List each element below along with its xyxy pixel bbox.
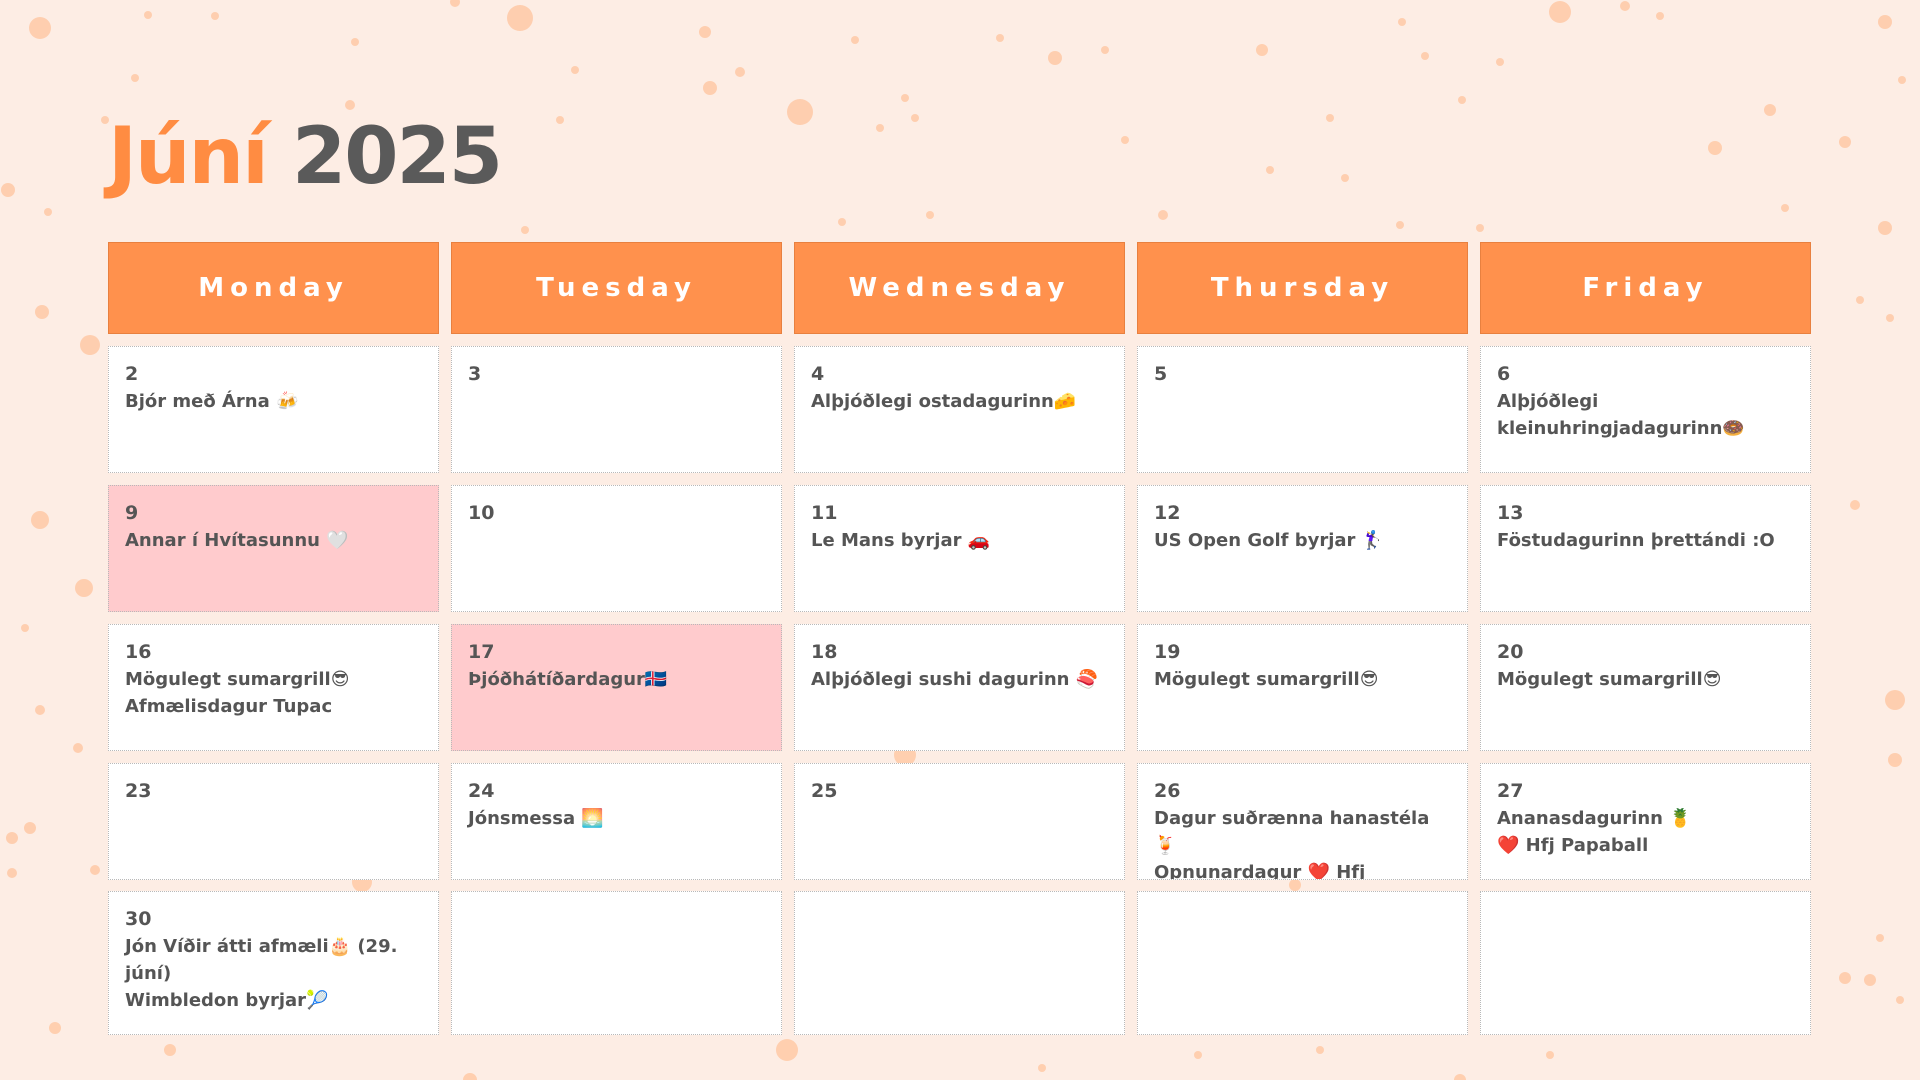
calendar-event[interactable]: Dagur suðrænna hanastéla 🍹: [1154, 805, 1451, 859]
month-name: Júní: [108, 112, 269, 202]
day-number: 25: [811, 780, 838, 802]
day-cell-25[interactable]: 25: [794, 763, 1125, 880]
calendar-title: Júní 2025: [108, 118, 503, 196]
weekday-header-thursday: Thursday: [1137, 242, 1468, 334]
day-number: 24: [468, 780, 495, 802]
day-cell-12[interactable]: 12 US Open Golf byrjar 🏌️‍♀️: [1137, 485, 1468, 612]
day-number: 2: [125, 363, 139, 385]
day-number: 3: [468, 363, 482, 385]
weekday-header-tuesday: Tuesday: [451, 242, 782, 334]
day-number: 11: [811, 502, 838, 524]
day-cell-13[interactable]: 13 Föstudagurinn þrettándi :O: [1480, 485, 1811, 612]
day-number: 16: [125, 641, 152, 663]
day-number: 5: [1154, 363, 1168, 385]
day-cell-11[interactable]: 11 Le Mans byrjar 🚗: [794, 485, 1125, 612]
day-number: 4: [811, 363, 825, 385]
calendar-event[interactable]: Mögulegt sumargrill😎: [1154, 666, 1451, 693]
day-cell-2[interactable]: 2 Bjór með Árna 🍻: [108, 346, 439, 473]
day-cell-19[interactable]: 19 Mögulegt sumargrill😎: [1137, 624, 1468, 751]
day-cell-empty-week5-friday[interactable]: [1480, 891, 1811, 1035]
calendar-event[interactable]: Alþjóðlegi sushi dagurinn 🍣: [811, 666, 1108, 693]
day-cell-9[interactable]: 9 Annar í Hvítasunnu 🤍: [108, 485, 439, 612]
day-number: 23: [125, 780, 152, 802]
calendar-event[interactable]: Föstudagurinn þrettándi :O: [1497, 527, 1794, 554]
day-cell-23[interactable]: 23: [108, 763, 439, 880]
calendar-event[interactable]: Afmælisdagur Tupac: [125, 693, 422, 720]
calendar-event[interactable]: Jónsmessa 🌅: [468, 805, 765, 832]
day-number: 18: [811, 641, 838, 663]
day-cell-30[interactable]: 30 Jón Víðir átti afmæli🎂 (29. júní) Wimbl…: [108, 891, 439, 1035]
day-cell-20[interactable]: 20 Mögulegt sumargrill😎: [1480, 624, 1811, 751]
day-cell-empty-week5-wednesday[interactable]: [794, 891, 1125, 1035]
day-cell-27[interactable]: 27 Ananasdagurinn 🍍 ❤️ Hfj Papaball: [1480, 763, 1811, 880]
calendar-event[interactable]: Le Mans byrjar 🚗: [811, 527, 1108, 554]
calendar-event[interactable]: Alþjóðlegi ostadagurinn🧀: [811, 388, 1108, 415]
day-number: 12: [1154, 502, 1181, 524]
calendar-event[interactable]: Annar í Hvítasunnu 🤍: [125, 527, 422, 554]
day-number: 6: [1497, 363, 1511, 385]
day-cell-26[interactable]: 26 Dagur suðrænna hanastéla 🍹 Opnunardagur…: [1137, 763, 1468, 880]
calendar-event[interactable]: ❤️ Hfj Papaball: [1497, 832, 1794, 859]
day-cell-empty-week5-thursday[interactable]: [1137, 891, 1468, 1035]
calendar-event[interactable]: Jón Víðir átti afmæli🎂 (29. júní): [125, 933, 422, 987]
day-cell-3[interactable]: 3: [451, 346, 782, 473]
day-number: 13: [1497, 502, 1524, 524]
year: 2025: [291, 112, 503, 202]
day-number: 9: [125, 502, 139, 524]
calendar-event[interactable]: Bjór með Árna 🍻: [125, 388, 422, 415]
day-cell-empty-week5-tuesday[interactable]: [451, 891, 782, 1035]
day-cell-16[interactable]: 16 Mögulegt sumargrill😎 Afmælisdagur Tupac: [108, 624, 439, 751]
day-number: 26: [1154, 780, 1181, 802]
day-number: 19: [1154, 641, 1181, 663]
day-number: 27: [1497, 780, 1524, 802]
weekday-header-wednesday: Wednesday: [794, 242, 1125, 334]
calendar-event[interactable]: Mögulegt sumargrill😎: [125, 666, 422, 693]
day-cell-17[interactable]: 17 Þjóðhátíðardagur🇮🇸: [451, 624, 782, 751]
day-cell-10[interactable]: 10: [451, 485, 782, 612]
calendar-event[interactable]: Ananasdagurinn 🍍: [1497, 805, 1794, 832]
day-number: 20: [1497, 641, 1524, 663]
calendar-event[interactable]: Mögulegt sumargrill😎: [1497, 666, 1794, 693]
calendar-event[interactable]: Alþjóðlegi kleinuhringjadagurinn🍩: [1497, 388, 1794, 442]
calendar-event[interactable]: Opnunardagur ❤️ Hfj: [1154, 859, 1451, 879]
weekday-header-friday: Friday: [1480, 242, 1811, 334]
calendar-event[interactable]: US Open Golf byrjar 🏌️‍♀️: [1154, 527, 1451, 554]
day-cell-24[interactable]: 24 Jónsmessa 🌅: [451, 763, 782, 880]
day-cell-18[interactable]: 18 Alþjóðlegi sushi dagurinn 🍣: [794, 624, 1125, 751]
day-number: 30: [125, 908, 152, 930]
day-number: 17: [468, 641, 495, 663]
day-cell-6[interactable]: 6 Alþjóðlegi kleinuhringjadagurinn🍩: [1480, 346, 1811, 473]
weekday-header-monday: Monday: [108, 242, 439, 334]
calendar-event[interactable]: Þjóðhátíðardagur🇮🇸: [468, 666, 765, 693]
day-cell-4[interactable]: 4 Alþjóðlegi ostadagurinn🧀: [794, 346, 1125, 473]
calendar-event[interactable]: Wimbledon byrjar🎾: [125, 987, 422, 1014]
day-number: 10: [468, 502, 495, 524]
day-cell-5[interactable]: 5: [1137, 346, 1468, 473]
